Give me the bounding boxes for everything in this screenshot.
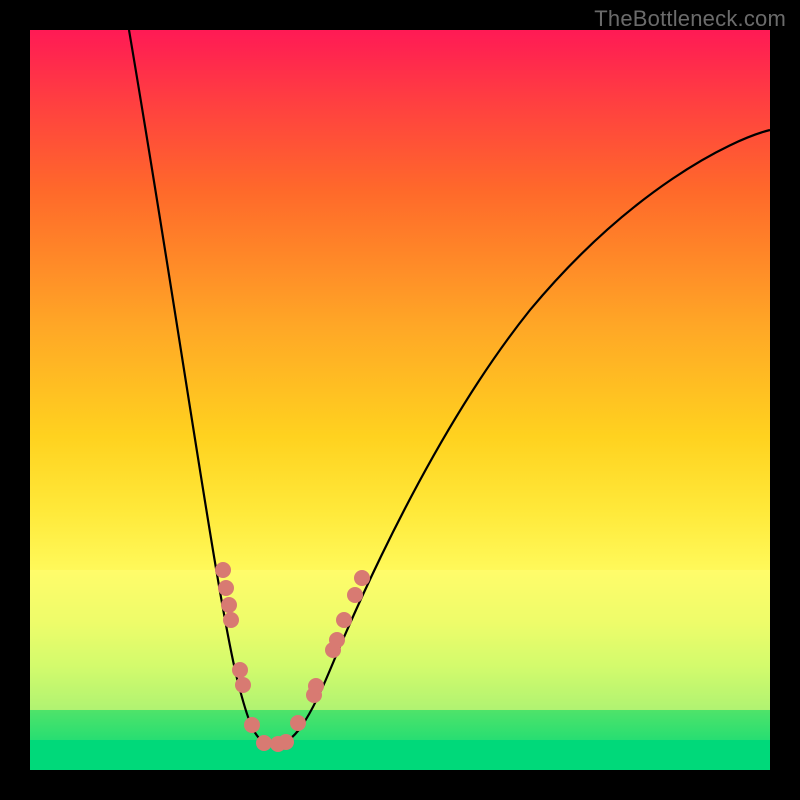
- data-marker: [308, 678, 324, 694]
- data-marker: [235, 677, 251, 693]
- data-marker: [290, 715, 306, 731]
- data-marker: [221, 597, 237, 613]
- bottleneck-curve: [129, 30, 770, 745]
- marker-group-left: [215, 562, 286, 752]
- data-marker: [336, 612, 352, 628]
- marker-group-right: [278, 570, 370, 750]
- data-marker: [278, 734, 294, 750]
- chart-frame: TheBottleneck.com: [0, 0, 800, 800]
- data-marker: [256, 735, 272, 751]
- watermark-text: TheBottleneck.com: [594, 6, 786, 32]
- data-marker: [354, 570, 370, 586]
- data-marker: [218, 580, 234, 596]
- data-marker: [244, 717, 260, 733]
- data-marker: [347, 587, 363, 603]
- data-marker: [329, 632, 345, 648]
- data-marker: [232, 662, 248, 678]
- data-marker: [223, 612, 239, 628]
- data-marker: [215, 562, 231, 578]
- curve-layer: [30, 30, 770, 770]
